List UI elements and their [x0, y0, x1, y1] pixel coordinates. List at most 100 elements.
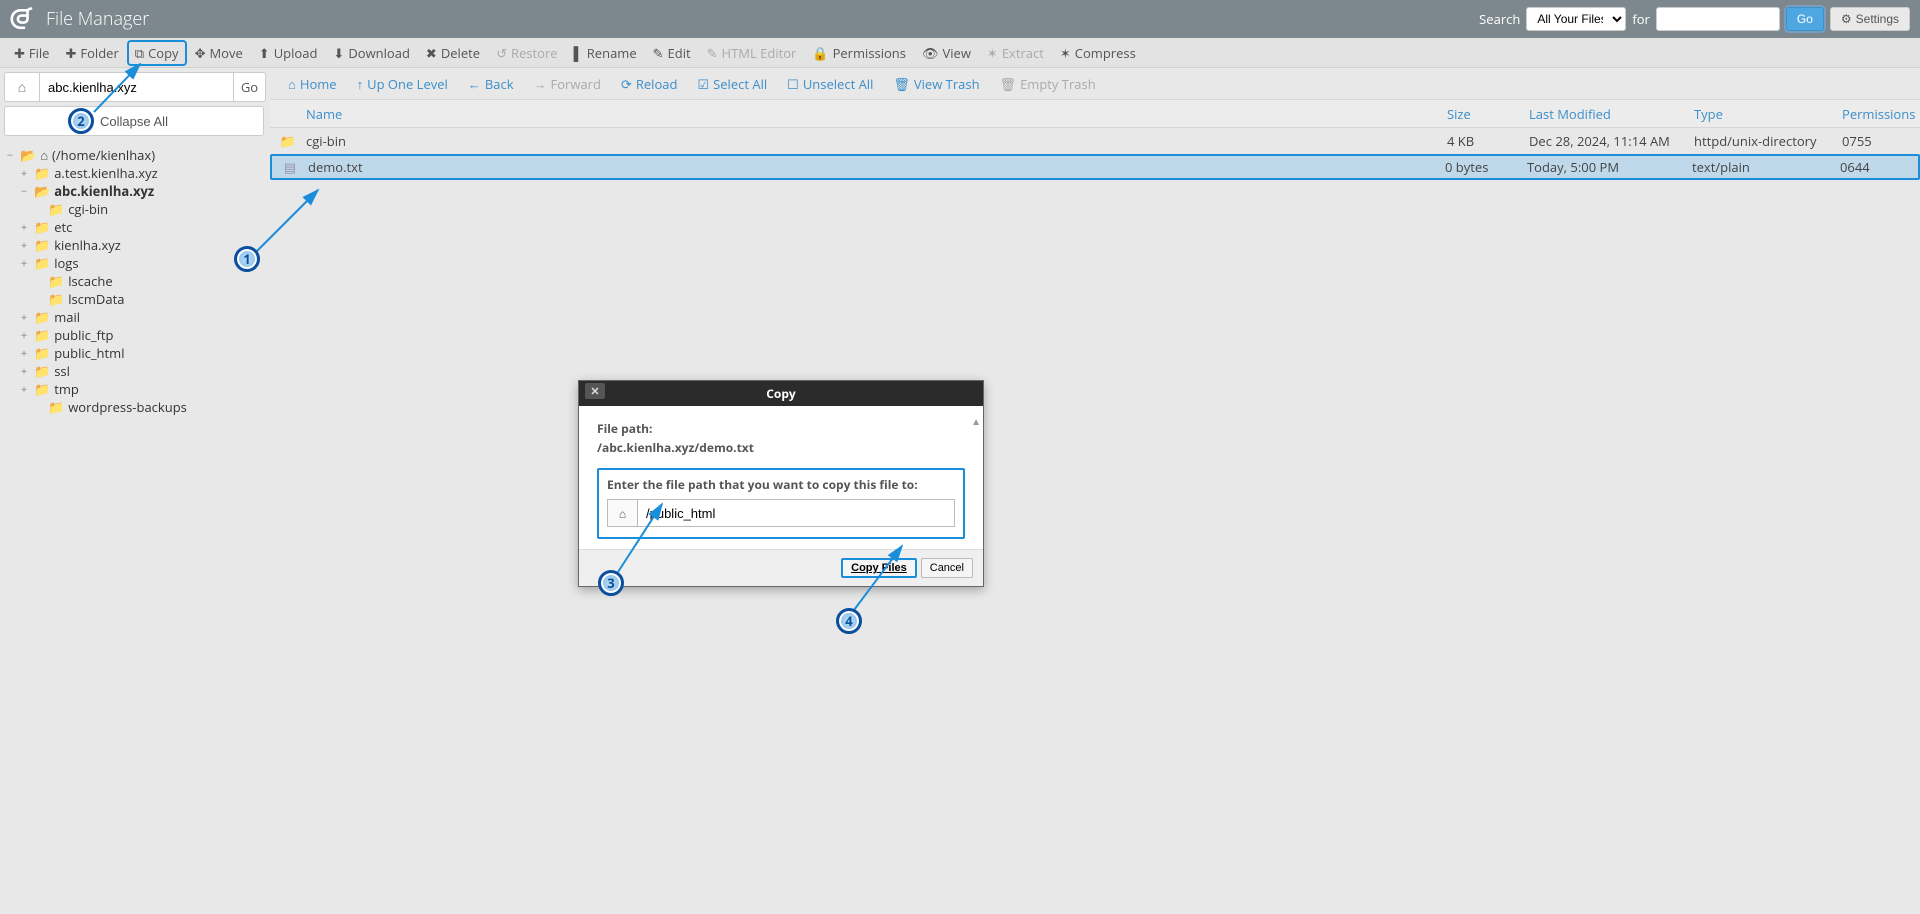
folder-tree: − 📂 ⌂ (/home/kienlhax) +📁a.test.kienlha.… [4, 142, 266, 910]
toggle-icon[interactable]: + [18, 220, 30, 235]
eye-icon: 👁 [922, 44, 939, 62]
col-header-permissions[interactable]: Permissions [1842, 105, 1920, 123]
toggle-icon[interactable]: + [18, 238, 30, 253]
tree-node[interactable]: 📁wordpress-backups [18, 398, 266, 416]
tree-node[interactable]: 📁lscache [18, 272, 266, 290]
view-trash-button[interactable]: 🗑View Trash [885, 71, 987, 97]
folder-button[interactable]: ✚Folder [57, 40, 126, 66]
file-button[interactable]: ✚File [6, 40, 57, 66]
folder-icon: 📁 [34, 362, 50, 380]
col-header-type[interactable]: Type [1694, 105, 1842, 123]
toggle-icon[interactable]: + [18, 256, 30, 271]
folder-icon: 📁 [34, 236, 50, 254]
move-button[interactable]: ✥Move [187, 40, 251, 66]
settings-button[interactable]: ⚙ Settings [1830, 7, 1910, 31]
tree-node[interactable]: +📁logs [18, 254, 266, 272]
tree-node[interactable]: +📁etc [18, 218, 266, 236]
home-icon: ⌂ [18, 78, 26, 97]
tree-label: etc [54, 218, 72, 236]
search-label: Search [1479, 10, 1520, 28]
permissions-button[interactable]: 🔒Permissions [804, 40, 914, 66]
copy-icon: ⧉ [135, 44, 144, 62]
scroll-up-icon: ▲ [971, 414, 981, 428]
up-arrow-icon: ↑ [357, 75, 364, 93]
tree-node[interactable]: +📁mail [18, 308, 266, 326]
col-header-size[interactable]: Size [1447, 105, 1529, 123]
copy-button[interactable]: ⧉Copy [127, 40, 187, 66]
search-input[interactable] [1656, 7, 1780, 31]
folder-icon: 📁 [48, 200, 64, 218]
home-nav-button[interactable]: ⌂Home [280, 71, 345, 97]
view-button[interactable]: 👁View [914, 40, 979, 66]
reload-button[interactable]: ⟳Reload [613, 71, 686, 97]
empty-trash-button: 🗑Empty Trash [992, 71, 1104, 97]
upload-button[interactable]: ⬆Upload [251, 40, 326, 66]
search-go-button[interactable]: Go [1786, 7, 1824, 31]
up-one-level-button[interactable]: ↑Up One Level [349, 71, 456, 97]
folder-icon: 📁 [34, 254, 50, 272]
tree-node[interactable]: +📁public_html [18, 344, 266, 362]
toggle-icon[interactable]: + [18, 364, 30, 379]
back-button[interactable]: ←Back [460, 71, 522, 97]
tree-node[interactable]: +📁public_ftp [18, 326, 266, 344]
left-column: ⌂ Go Collapse All − 📂 ⌂ (/home/kienlhax)… [0, 68, 270, 914]
tree-root[interactable]: − 📂 ⌂ (/home/kienlhax) [4, 146, 266, 164]
folder-icon: 📁 [34, 308, 50, 326]
path-bar: ⌂ Go [4, 72, 266, 102]
tree-label: a.test.kienlha.xyz [54, 164, 158, 182]
cell-type: httpd/unix-directory [1694, 132, 1842, 150]
tree-node[interactable]: −📂abc.kienlha.xyz [18, 182, 266, 200]
toggle-icon[interactable]: + [18, 382, 30, 397]
path-go-button[interactable]: Go [234, 72, 266, 102]
compress-button[interactable]: ✶Compress [1052, 40, 1144, 66]
tree-label: abc.kienlha.xyz [54, 182, 154, 200]
copy-files-button[interactable]: Copy Files [841, 558, 917, 578]
modal-body: ▲ File path: /abc.kienlha.xyz/demo.txt E… [579, 406, 983, 549]
trash-icon: 🗑 [893, 75, 910, 93]
path-input[interactable] [40, 72, 234, 102]
search-scope-select[interactable]: All Your Files [1526, 7, 1626, 31]
toggle-icon[interactable]: + [18, 328, 30, 343]
collapse-all-button[interactable]: Collapse All [4, 106, 264, 136]
toggle-icon[interactable]: − [18, 184, 30, 199]
col-header-modified[interactable]: Last Modified [1529, 105, 1694, 123]
home-path-button[interactable]: ⌂ [4, 72, 40, 102]
extract-button: ✶Extract [979, 40, 1052, 66]
toggle-icon[interactable]: + [18, 346, 30, 361]
tree-node[interactable]: +📁kienlha.xyz [18, 236, 266, 254]
cancel-button[interactable]: Cancel [921, 558, 973, 578]
select-all-button[interactable]: ☑Select All [689, 71, 775, 97]
table-row[interactable]: ▤ demo.txt 0 bytes Today, 5:00 PM text/p… [270, 154, 1920, 180]
tree-node[interactable]: +📁a.test.kienlha.xyz [18, 164, 266, 182]
tree-node[interactable]: +📁tmp [18, 380, 266, 398]
tree-node[interactable]: +📁ssl [18, 362, 266, 380]
tree-node[interactable]: 📁cgi-bin [18, 200, 266, 218]
annotation-2: 2 [68, 108, 94, 134]
col-header-name[interactable]: Name [306, 105, 1447, 123]
rename-button[interactable]: ▌Rename [566, 40, 645, 66]
cell-permissions: 0755 [1842, 132, 1920, 150]
edit-button[interactable]: ✎Edit [645, 40, 699, 66]
search-area: Search All Your Files for Go ⚙ Settings [1479, 7, 1910, 31]
modal-close-button[interactable]: ✕ [585, 383, 605, 399]
cell-permissions: 0644 [1840, 158, 1918, 176]
toggle-icon[interactable]: − [4, 148, 16, 163]
tree-node[interactable]: 📁lscmData [18, 290, 266, 308]
destination-input[interactable] [637, 499, 955, 527]
download-button[interactable]: ⬇Download [325, 40, 418, 66]
uncheck-icon: ☐ [787, 75, 799, 93]
cell-size: 4 KB [1447, 132, 1529, 150]
unselect-all-button[interactable]: ☐Unselect All [779, 71, 881, 97]
destination-home-button[interactable]: ⌂ [607, 499, 637, 527]
toggle-icon[interactable]: + [18, 310, 30, 325]
tree-label: lscache [68, 272, 112, 290]
delete-button[interactable]: ✖Delete [418, 40, 488, 66]
gear-icon: ⚙ [1841, 12, 1852, 26]
tree-label: tmp [54, 380, 79, 398]
cpanel-logo-icon [10, 5, 38, 33]
table-row[interactable]: 📁 cgi-bin 4 KB Dec 28, 2024, 11:14 AM ht… [270, 128, 1920, 154]
tree-label: cgi-bin [68, 200, 108, 218]
cell-modified: Today, 5:00 PM [1527, 158, 1692, 176]
toggle-icon[interactable]: + [18, 166, 30, 181]
folder-icon: 📁 [48, 290, 64, 308]
